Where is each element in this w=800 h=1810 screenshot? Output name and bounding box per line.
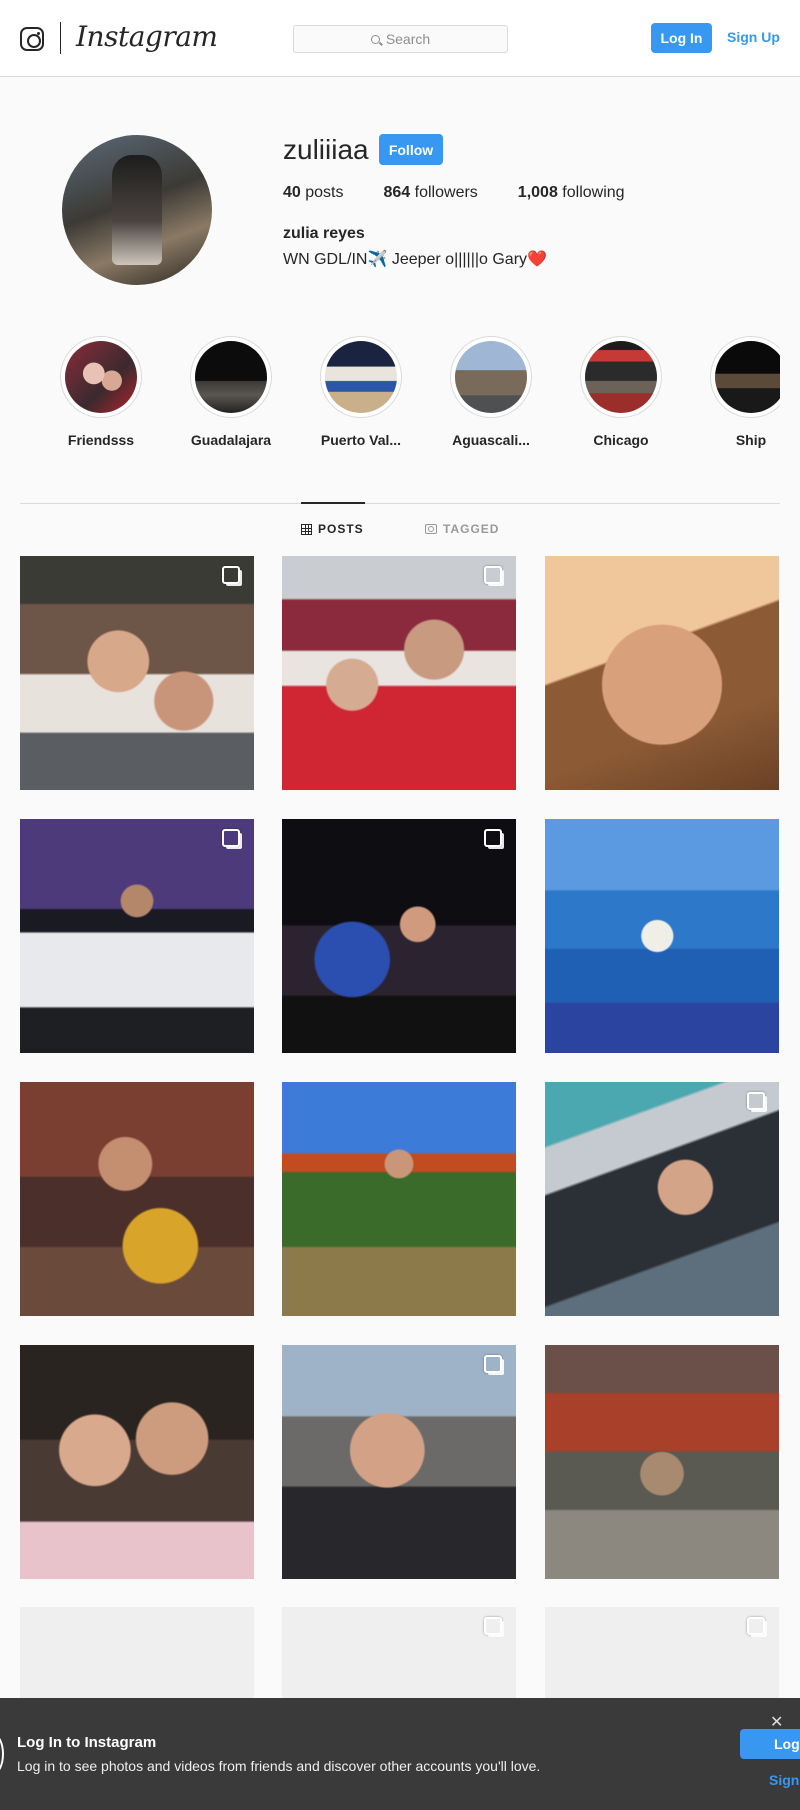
- highlight-ring: [320, 336, 402, 418]
- highlight-label: Guadalajara: [190, 432, 272, 448]
- posts-stat-label: posts: [305, 184, 344, 201]
- tagged-icon: [425, 524, 437, 534]
- tab-posts-label: POSTS: [318, 522, 364, 536]
- instagram-logo-icon: [0, 1734, 4, 1774]
- following-stat[interactable]: 1,008 following: [518, 184, 625, 202]
- post-thumbnail[interactable]: [545, 1345, 779, 1579]
- followers-count: 864: [383, 184, 411, 201]
- highlight-cover: [715, 341, 780, 413]
- highlight-ring: [60, 336, 142, 418]
- post-thumbnail[interactable]: [20, 1345, 254, 1579]
- carousel-icon: [484, 566, 502, 584]
- post-thumbnail[interactable]: [545, 556, 779, 790]
- posts-stat: 40 posts: [283, 184, 344, 202]
- banner-signup-link[interactable]: Sign: [769, 1772, 799, 1788]
- logo-divider: [60, 22, 61, 54]
- post-thumbnail[interactable]: [20, 556, 254, 790]
- highlight-item[interactable]: Ship: [701, 336, 780, 448]
- search-input[interactable]: Search: [293, 25, 508, 53]
- follow-button[interactable]: Follow: [379, 134, 443, 165]
- profile-avatar[interactable]: [62, 135, 212, 285]
- carousel-icon: [222, 829, 240, 847]
- highlight-cover: [455, 341, 527, 413]
- post-thumbnail[interactable]: [282, 1345, 516, 1579]
- highlight-ring: [450, 336, 532, 418]
- tab-tagged[interactable]: TAGGED: [425, 522, 499, 536]
- post-thumbnail[interactable]: [545, 1082, 779, 1316]
- tab-posts[interactable]: POSTS: [301, 522, 364, 536]
- post-thumbnail[interactable]: [20, 819, 254, 1053]
- profile-username: zuliiiaa: [283, 134, 369, 165]
- highlight-ring: [190, 336, 272, 418]
- profile-stats: 40 posts 864 followers 1,008 following: [283, 184, 665, 202]
- following-count: 1,008: [517, 184, 558, 201]
- active-tab-indicator: [301, 502, 365, 504]
- signup-link[interactable]: Sign Up: [727, 29, 780, 45]
- banner-login-button[interactable]: Log: [740, 1729, 800, 1759]
- tabs-divider: [20, 503, 780, 504]
- carousel-icon: [484, 829, 502, 847]
- highlight-item[interactable]: Aguascali...: [441, 336, 541, 448]
- post-thumbnail[interactable]: [282, 556, 516, 790]
- highlight-cover: [195, 341, 267, 413]
- search-icon: [370, 34, 380, 44]
- instagram-wordmark-logo[interactable]: Instagram: [76, 20, 218, 53]
- post-thumbnail[interactable]: [545, 819, 779, 1053]
- instagram-camera-icon[interactable]: [20, 27, 44, 51]
- carousel-icon: [222, 566, 240, 584]
- highlight-ring: [580, 336, 662, 418]
- posts-count: 40: [283, 184, 301, 201]
- login-button[interactable]: Log In: [651, 23, 712, 53]
- highlight-item[interactable]: Friendsss: [51, 336, 151, 448]
- banner-title: Log In to Instagram: [17, 1734, 157, 1751]
- profile-bio: WN GDL/IN✈️ Jeeper o||||||o Gary❤️: [283, 251, 547, 268]
- profile-full-name: zulia reyes: [283, 225, 365, 242]
- followers-stat[interactable]: 864 followers: [384, 184, 478, 202]
- carousel-icon: [747, 1617, 765, 1635]
- login-banner: Log In to Instagram Log in to see photos…: [0, 1698, 800, 1810]
- post-thumbnail[interactable]: [282, 819, 516, 1053]
- highlight-label: Puerto Val...: [320, 432, 402, 448]
- search-placeholder: Search: [385, 31, 431, 47]
- carousel-icon: [747, 1092, 765, 1110]
- highlight-item[interactable]: Chicago: [571, 336, 671, 448]
- highlight-label: Ship: [735, 432, 767, 448]
- grid-icon: [301, 523, 312, 535]
- tab-tagged-label: TAGGED: [443, 522, 500, 536]
- top-navbar: Instagram Search Log In Sign Up: [0, 0, 800, 77]
- carousel-icon: [484, 1355, 502, 1373]
- followers-stat-label: followers: [414, 184, 478, 201]
- highlight-label: Friendsss: [67, 432, 135, 448]
- story-highlights: Friendsss Guadalajara Puerto Val... Agua…: [20, 336, 780, 456]
- highlight-cover: [585, 341, 657, 413]
- highlight-label: Aguascali...: [452, 432, 530, 448]
- highlight-item[interactable]: Puerto Val...: [311, 336, 411, 448]
- banner-text: Log in to see photos and videos from fri…: [17, 1758, 541, 1774]
- highlight-item[interactable]: Guadalajara: [181, 336, 281, 448]
- post-thumbnail[interactable]: [282, 1082, 516, 1316]
- following-stat-label: following: [562, 184, 625, 201]
- highlight-cover: [325, 341, 397, 413]
- highlight-cover: [65, 341, 137, 413]
- highlight-ring: [710, 336, 780, 418]
- carousel-icon: [484, 1617, 502, 1635]
- post-thumbnail[interactable]: [20, 1082, 254, 1316]
- highlight-label: Chicago: [593, 432, 649, 448]
